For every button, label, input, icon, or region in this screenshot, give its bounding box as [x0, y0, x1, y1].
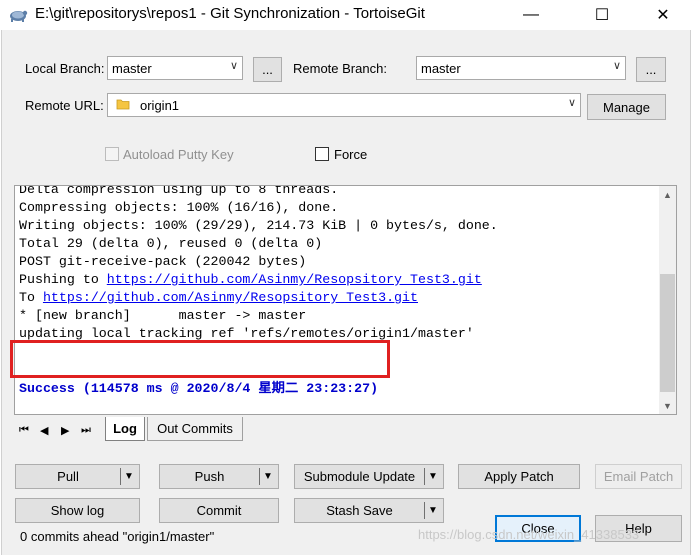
autoload-putty-key-label: Autoload Putty Key — [123, 147, 234, 162]
remote-branch-select[interactable]: master ∨ — [416, 56, 626, 80]
push-label: Push — [194, 469, 225, 484]
maximize-button[interactable]: ☐ — [579, 0, 625, 30]
remote-branch-value: master — [421, 60, 461, 76]
submodule-update-button[interactable]: Submodule Update ▼ — [294, 464, 444, 489]
log-line: To https://github.com/Asinmy/Resopsitory… — [19, 289, 498, 307]
force-checkbox[interactable] — [315, 147, 329, 161]
stash-save-button[interactable]: Stash Save ▼ — [294, 498, 444, 523]
remote-branch-label: Remote Branch: — [293, 61, 387, 76]
log-line-prefix: To — [19, 290, 43, 305]
remote-url-value: origin1 — [140, 97, 180, 113]
repository-link[interactable]: https://github.com/Asinmy/Resopsitory_Te… — [43, 290, 418, 305]
log-line: * [new branch] master -> master — [19, 308, 307, 323]
title-bar: E:\git\repositorys\repos1 - Git Synchron… — [0, 0, 692, 30]
tab-log[interactable]: Log — [105, 417, 145, 441]
manage-button[interactable]: Manage — [587, 94, 666, 120]
next-tab-icon[interactable]: ▶ — [61, 424, 69, 437]
repository-link[interactable]: https://github.com/Asinmy/Resopsitory_Te… — [107, 272, 482, 287]
log-line: Delta compression using up to 8 threads. — [19, 185, 339, 197]
pull-label: Pull — [57, 469, 79, 484]
stash-save-label: Stash Save — [326, 503, 393, 518]
minimize-button[interactable]: — — [508, 0, 554, 30]
submodule-dropdown-icon[interactable]: ▼ — [423, 465, 443, 488]
chevron-down-icon: ∨ — [567, 97, 576, 109]
local-branch-label: Local Branch: — [25, 61, 105, 76]
prev-tab-icon[interactable]: ◀ — [40, 424, 48, 437]
stash-dropdown-icon[interactable]: ▼ — [423, 499, 443, 522]
commit-button[interactable]: Commit — [159, 498, 279, 523]
local-branch-value: master — [112, 60, 152, 76]
email-patch-button[interactable]: Email Patch — [595, 464, 682, 489]
scroll-up-icon[interactable]: ▲ — [659, 186, 676, 203]
log-line-prefix: Pushing to — [19, 272, 107, 287]
log-line: POST git-receive-pack (220042 bytes) — [19, 254, 307, 269]
submodule-update-label: Submodule Update — [303, 469, 416, 484]
tortoisegit-app-icon — [8, 5, 28, 23]
remote-branch-browse-button[interactable]: ... — [636, 57, 666, 82]
scroll-down-icon[interactable]: ▼ — [659, 397, 676, 414]
log-output[interactable]: Delta compression using up to 8 threads.… — [14, 185, 677, 415]
success-message: Success (114578 ms @ 2020/8/4 星期二 23:23:… — [19, 381, 379, 396]
local-branch-select[interactable]: master ∨ — [107, 56, 243, 80]
autoload-putty-key-checkbox[interactable] — [105, 147, 119, 161]
pull-button[interactable]: Pull ▼ — [15, 464, 140, 489]
log-scrollbar[interactable]: ▲ ▼ — [659, 186, 676, 414]
close-window-button[interactable]: ✕ — [640, 0, 686, 30]
log-line: Writing objects: 100% (29/29), 214.73 Ki… — [19, 218, 498, 233]
remote-url-label: Remote URL: — [25, 98, 104, 113]
push-button[interactable]: Push ▼ — [159, 464, 279, 489]
watermark: https://blog.csdn.net/weixin_41338533 — [418, 527, 640, 542]
local-branch-browse-button[interactable]: ... — [253, 57, 282, 82]
chevron-down-icon: ∨ — [612, 60, 621, 72]
first-tab-icon[interactable]: ⏮ — [19, 424, 29, 437]
log-line: Compressing objects: 100% (16/16), done. — [19, 200, 339, 215]
push-dropdown-icon[interactable]: ▼ — [258, 465, 278, 488]
folder-icon — [116, 97, 130, 114]
status-text: 0 commits ahead "origin1/master" — [20, 529, 215, 544]
window-title: E:\git\repositorys\repos1 - Git Synchron… — [35, 5, 425, 22]
force-label: Force — [334, 147, 368, 162]
log-lines: Delta compression using up to 8 threads.… — [19, 185, 498, 343]
pull-dropdown-icon[interactable]: ▼ — [119, 465, 139, 488]
scroll-thumb[interactable] — [660, 274, 675, 392]
chevron-down-icon: ∨ — [229, 60, 238, 72]
last-tab-icon[interactable]: ⏭ — [81, 424, 91, 437]
dialog-client-area: Local Branch: master ∨ ... Remote Branch… — [1, 30, 691, 555]
show-log-button[interactable]: Show log — [15, 498, 140, 523]
log-line: Pushing to https://github.com/Asinmy/Res… — [19, 271, 498, 289]
remote-url-select[interactable]: origin1 ∨ — [107, 93, 581, 117]
tab-out-commits[interactable]: Out Commits — [147, 417, 243, 441]
log-line: Total 29 (delta 0), reused 0 (delta 0) — [19, 236, 323, 251]
apply-patch-button[interactable]: Apply Patch — [458, 464, 580, 489]
success-highlight-box — [10, 340, 390, 378]
